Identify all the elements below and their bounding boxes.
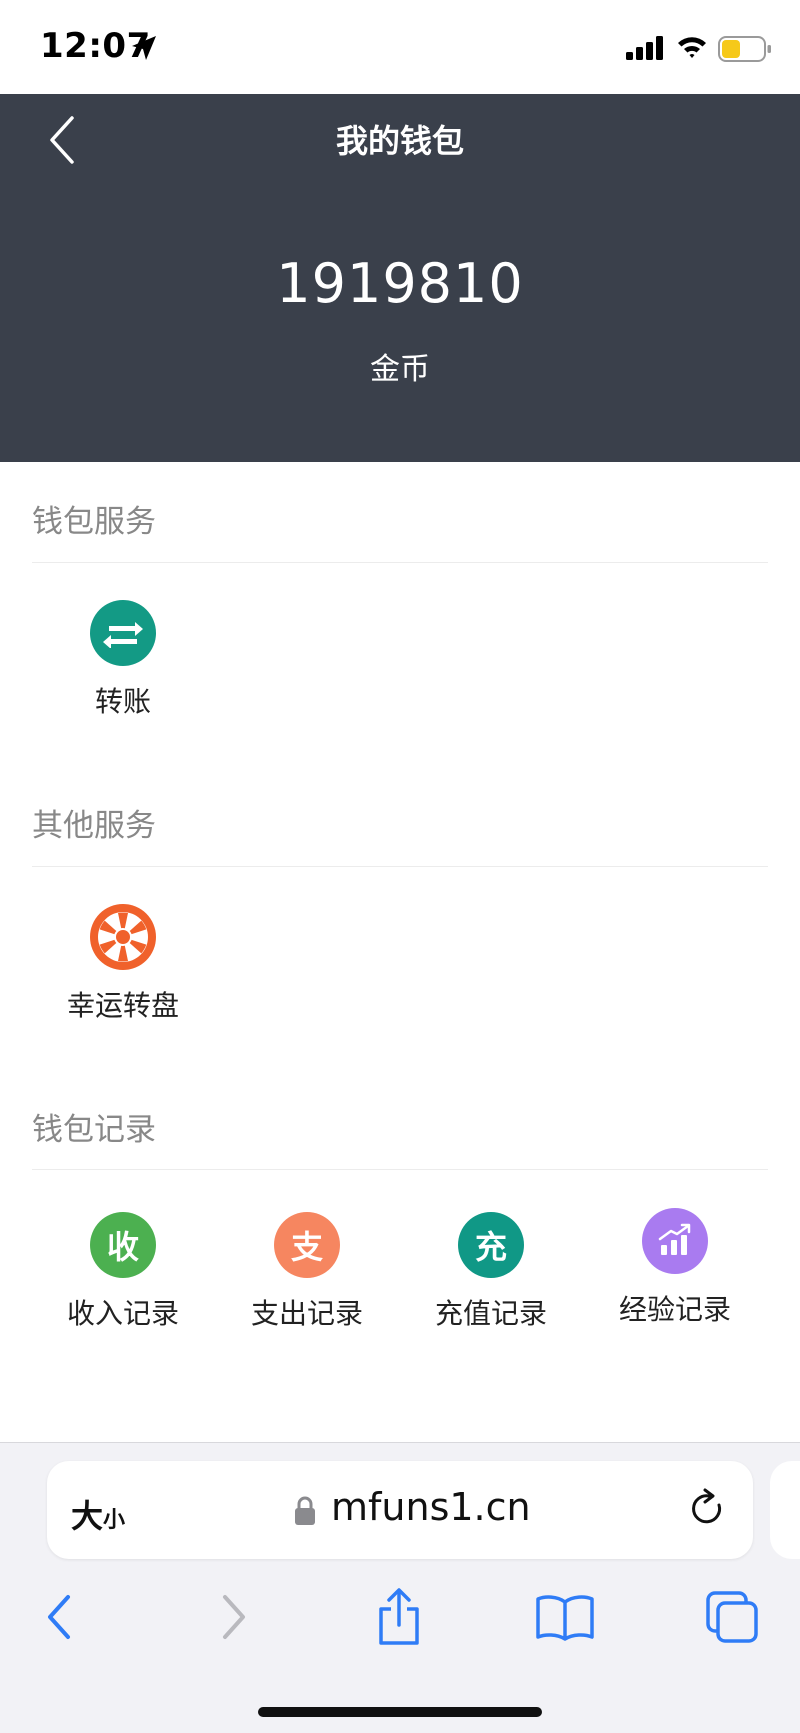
book-icon [536, 1595, 594, 1641]
next-tab-address-bar[interactable] [770, 1461, 800, 1559]
divider [32, 1169, 768, 1170]
location-arrow-icon [132, 36, 156, 60]
recharge-records-label: 充值记录 [434, 1297, 547, 1330]
coin-balance: 1919810 [276, 252, 524, 315]
lucky-wheel-label: 幸运转盘 [66, 989, 179, 1022]
status-bar: 12:07 [0, 0, 800, 94]
recharge-icon: 充 [458, 1212, 524, 1278]
page: 12:07 我的钱包 1919810 金币 钱包服务 转账 其他服务 幸运转盘 … [0, 0, 800, 1733]
divider [32, 562, 768, 563]
home-indicator [258, 1707, 542, 1717]
wallet-header: 我的钱包 1919810 金币 [0, 94, 800, 462]
expense-icon: 支 [274, 1212, 340, 1278]
income-icon: 收 [90, 1212, 156, 1278]
cellular-signal-icon [626, 36, 663, 60]
battery-icon [718, 36, 771, 62]
lucky-wheel-button[interactable]: 幸运转盘 [31, 904, 215, 1024]
browser-back-button[interactable] [30, 1587, 90, 1647]
wifi-icon [678, 37, 706, 58]
page-title: 我的钱包 [335, 122, 464, 160]
transfer-label: 转账 [94, 685, 151, 718]
experience-chart-icon [642, 1208, 708, 1274]
chevron-right-icon [223, 1595, 245, 1639]
section-title-other-services: 其他服务 [32, 808, 156, 844]
income-records-label: 收入记录 [66, 1297, 179, 1330]
coin-unit-label: 金币 [370, 352, 430, 387]
chevron-left-icon [48, 1595, 70, 1639]
browser-forward-button[interactable] [203, 1587, 263, 1647]
expense-records-label: 支出记录 [250, 1297, 363, 1330]
transfer-icon [90, 600, 156, 666]
transfer-button[interactable]: 转账 [31, 600, 215, 720]
income-records-button[interactable]: 收 收入记录 [31, 1212, 215, 1332]
lucky-wheel-icon [90, 904, 156, 970]
share-icon [379, 1588, 419, 1645]
reload-icon[interactable] [685, 1487, 729, 1531]
tabs-icon [706, 1591, 758, 1643]
section-title-wallet-records: 钱包记录 [32, 1112, 156, 1148]
lock-icon [295, 1496, 315, 1525]
recharge-records-button[interactable]: 充 充值记录 [399, 1212, 583, 1332]
experience-records-button[interactable]: 经验记录 [583, 1208, 767, 1328]
text-size-button[interactable]: 大小 [71, 1491, 125, 1537]
address-bar[interactable]: 大小 mfuns1.cn [47, 1461, 753, 1559]
browser-toolbar: 大小 mfuns1.cn [0, 1442, 800, 1733]
divider [32, 866, 768, 867]
experience-records-label: 经验记录 [618, 1293, 731, 1326]
tabs-button[interactable] [702, 1587, 762, 1647]
url-text: mfuns1.cn [331, 1485, 531, 1529]
section-title-wallet-services: 钱包服务 [32, 504, 156, 540]
bookmarks-button[interactable] [535, 1587, 595, 1647]
share-button[interactable] [369, 1587, 429, 1647]
expense-records-button[interactable]: 支 支出记录 [215, 1212, 399, 1332]
